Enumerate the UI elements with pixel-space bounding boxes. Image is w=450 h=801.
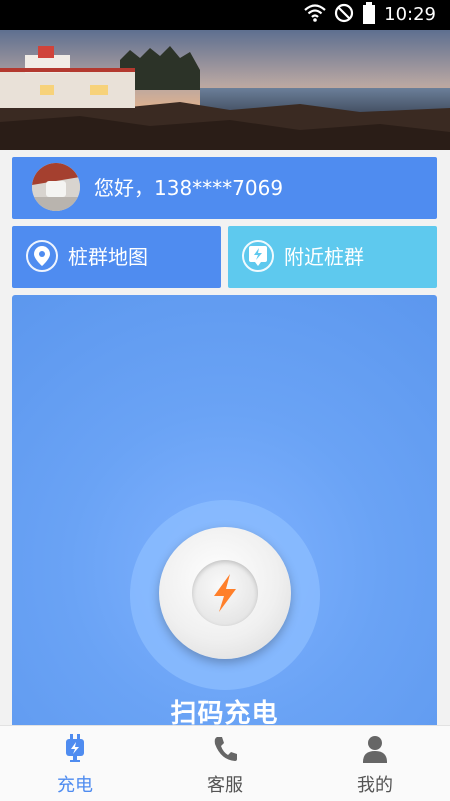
scan-charge-button[interactable] [159, 527, 291, 659]
banner-carousel[interactable] [0, 30, 450, 150]
nearby-stations-label: 附近桩群 [284, 245, 364, 269]
status-icons: 10:29 [304, 0, 436, 30]
wifi-icon [304, 3, 326, 27]
greeting-text: 您好，138****7069 [94, 176, 284, 200]
battery-icon [362, 2, 376, 28]
location-pin-icon [26, 240, 58, 272]
station-map-label: 桩群地图 [68, 245, 148, 269]
scan-charge-panel: 扫码充电 [12, 295, 437, 735]
status-bar: 10:29 [0, 0, 450, 30]
status-time: 10:29 [384, 4, 436, 25]
do-not-disturb-icon [334, 3, 354, 27]
nav-label-service: 客服 [207, 775, 243, 796]
nav-label-charging: 充电 [57, 775, 93, 796]
banner-image [0, 30, 450, 150]
lightning-icon [214, 574, 236, 612]
user-icon [361, 734, 389, 764]
user-greeting-card[interactable]: 您好，138****7069 [12, 157, 437, 219]
nav-item-mine[interactable]: 我的 [300, 726, 450, 801]
station-map-button[interactable]: 桩群地图 [12, 226, 221, 288]
nav-label-mine: 我的 [357, 775, 393, 796]
phone-icon [211, 734, 239, 764]
nearby-stations-button[interactable]: 附近桩群 [228, 226, 437, 288]
scan-button-inner [192, 560, 258, 626]
bottom-nav: 充电 客服 我的 [0, 725, 450, 801]
avatar[interactable] [32, 163, 80, 211]
charging-plug-icon [61, 734, 89, 764]
lightning-marker-icon [242, 240, 274, 272]
nav-item-charging[interactable]: 充电 [0, 726, 150, 801]
nav-item-service[interactable]: 客服 [150, 726, 300, 801]
